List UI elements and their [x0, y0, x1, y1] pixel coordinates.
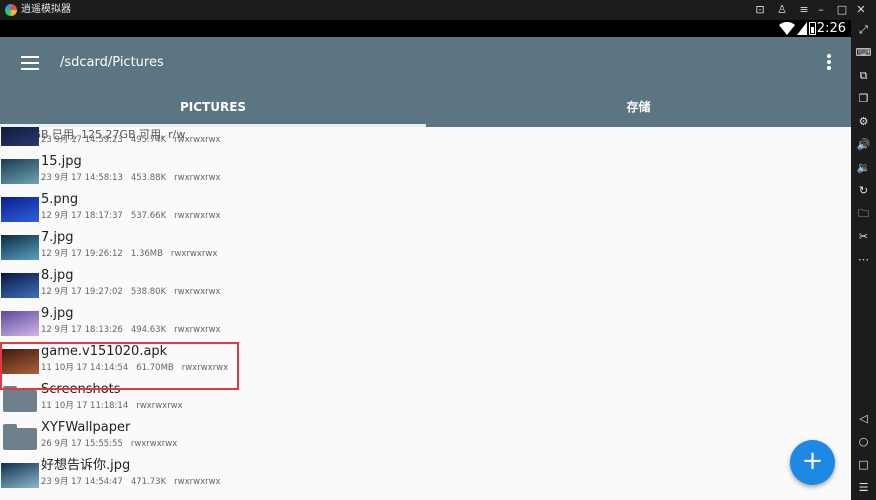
volume-up-icon[interactable]: 🔊: [853, 137, 874, 153]
wifi-icon: [779, 22, 795, 35]
add-fab-button[interactable]: +: [790, 440, 835, 485]
file-name: XYFWallpaper: [41, 420, 131, 435]
file-size: 1.36MB: [130, 249, 163, 259]
file-date: 12 9月 17 18:13:26: [41, 325, 123, 335]
file-date: 12 9月 17 19:26:12: [41, 249, 123, 259]
file-meta: 12 9月 17 19:26:12 1.36MB rwxrwxrwx: [41, 249, 225, 259]
status-time: 2:26: [816, 21, 846, 36]
hamburger-menu-icon[interactable]: [21, 56, 39, 70]
image-thumbnail: [1, 235, 39, 260]
user-icon[interactable]: ♙: [774, 2, 790, 18]
app-bar: /sdcard/Pictures PICTURES 存储: [0, 37, 851, 127]
file-date: 12 9月 17 19:27:02: [41, 287, 123, 297]
file-size: 453.88K: [130, 173, 167, 183]
file-permissions: rwxrwxrwx: [130, 439, 178, 449]
status-bar: 2:26: [0, 20, 851, 37]
record-icon[interactable]: ⊡: [752, 2, 768, 18]
close-button[interactable]: ✕: [853, 2, 869, 18]
file-name: 9.jpg: [41, 306, 74, 321]
file-date: 23 9月 17 14:58:13: [41, 173, 123, 183]
file-row[interactable]: 8.jpg 12 9月 17 19:27:02 538.80K rwxrwxrwx: [0, 264, 851, 302]
file-name: 7.jpg: [41, 230, 74, 245]
emulator-title-bar: 逍遥模拟器 ⊡ ♙ ≡ – □ ✕: [0, 0, 876, 20]
file-row[interactable]: 5.png 12 9月 17 18:17:37 537.66K rwxrwxrwx: [0, 188, 851, 226]
back-icon[interactable]: ◁: [853, 411, 874, 427]
home-icon[interactable]: ○: [853, 434, 874, 450]
file-meta: 26 9月 17 15:55:55 rwxrwxrwx: [41, 439, 185, 449]
emulator-title: 逍遥模拟器: [21, 4, 71, 15]
maximize-button[interactable]: □: [834, 2, 850, 18]
signal-icon: [797, 22, 807, 35]
file-date: 23 9月 17 14:59:23: [41, 135, 123, 145]
current-path: /sdcard/Pictures: [60, 55, 164, 70]
file-size: 471.73K: [130, 477, 167, 487]
file-name: 好想告诉你.jpg: [41, 458, 131, 473]
folder-row[interactable]: XYFWallpaper 26 9月 17 15:55:55 rwxrwxrwx: [0, 416, 851, 454]
battery-icon: [809, 22, 816, 35]
emulator-side-toolbar: ⤢ ⌨ ⧉ ❐ ⚙ 🔊 🔉 ↻ 🗀 ✂ ⋯ ◁ ○ □ ☰: [851, 20, 876, 500]
file-permissions: rwxrwxrwx: [174, 287, 221, 297]
menu-icon[interactable]: ≡: [796, 2, 812, 18]
more-icon[interactable]: ⋯: [853, 252, 874, 268]
file-date: 12 9月 17 18:17:37: [41, 211, 123, 221]
image-thumbnail: [1, 463, 39, 488]
file-list: 74.73GB 已用, 125.27GB 可用, r/w 23 9月 17 14…: [0, 127, 851, 500]
file-size: 494.63K: [130, 325, 167, 335]
image-thumbnail: [1, 311, 39, 336]
file-date: 23 9月 17 14:54:47: [41, 477, 123, 487]
file-meta: 23 9月 17 14:58:13 453.88K rwxrwxrwx: [41, 173, 229, 183]
minimize-button[interactable]: –: [813, 2, 829, 18]
file-meta: 12 9月 17 18:17:37 537.66K rwxrwxrwx: [41, 211, 229, 221]
file-permissions: rwxrwxrwx: [174, 325, 221, 335]
file-row[interactable]: 7.jpg 12 9月 17 19:26:12 1.36MB rwxrwxrwx: [0, 226, 851, 264]
window-icon[interactable]: ❐: [853, 91, 874, 107]
file-name: 8.jpg: [41, 268, 74, 283]
tab-pictures[interactable]: PICTURES: [0, 89, 426, 127]
file-date: 26 9月 17 15:55:55: [41, 439, 123, 449]
file-name: 15.jpg: [41, 154, 82, 169]
list-icon[interactable]: ☰: [853, 480, 874, 496]
file-meta: 23 9月 17 14:59:23 495.74K rwxrwxrwx: [41, 135, 229, 145]
image-thumbnail: [1, 197, 39, 222]
file-row[interactable]: 23 9月 17 14:59:23 495.74K rwxrwxrwx: [0, 127, 851, 150]
image-thumbnail: [1, 273, 39, 298]
emulator-logo-icon: [5, 4, 17, 16]
file-size: 538.80K: [130, 287, 167, 297]
file-permissions: rwxrwxrwx: [170, 249, 218, 259]
file-meta: 12 9月 17 18:13:26 494.63K rwxrwxrwx: [41, 325, 229, 335]
file-permissions: rwxrwxrwx: [174, 173, 221, 183]
multi-instance-icon[interactable]: ⧉: [853, 68, 874, 84]
folder-icon[interactable]: 🗀: [853, 206, 874, 222]
settings-icon[interactable]: ⚙: [853, 114, 874, 130]
file-permissions: rwxrwxrwx: [174, 135, 221, 145]
file-row[interactable]: 15.jpg 23 9月 17 14:58:13 453.88K rwxrwxrwx: [0, 150, 851, 188]
folder-icon: [3, 386, 37, 412]
file-row[interactable]: 好想告诉你.jpg 23 9月 17 14:54:47 471.73K rwxrwxr…: [0, 454, 851, 492]
selection-highlight: [0, 342, 239, 390]
scissors-icon[interactable]: ✂: [853, 229, 874, 245]
volume-down-icon[interactable]: 🔉: [853, 160, 874, 176]
file-size: 537.66K: [130, 211, 167, 221]
file-date: 11 10月 17 11:18:14: [41, 401, 129, 411]
file-permissions: rwxrwxrwx: [136, 401, 183, 411]
image-thumbnail: [1, 159, 39, 184]
overflow-menu-icon[interactable]: [827, 54, 831, 70]
file-permissions: rwxrwxrwx: [174, 211, 221, 221]
file-meta: 23 9月 17 14:54:47 471.73K rwxrwxrwx: [41, 477, 229, 487]
folder-icon: [3, 424, 37, 450]
keyboard-icon[interactable]: ⌨: [853, 45, 874, 61]
image-thumbnail: [1, 127, 39, 146]
fullscreen-icon[interactable]: ⤢: [853, 22, 874, 38]
file-size: 495.74K: [130, 135, 167, 145]
file-meta: 11 10月 17 11:18:14 rwxrwxrwx: [41, 401, 191, 411]
rotate-icon[interactable]: ↻: [853, 183, 874, 199]
file-meta: 12 9月 17 19:27:02 538.80K rwxrwxrwx: [41, 287, 229, 297]
file-permissions: rwxrwxrwx: [174, 477, 221, 487]
recents-icon[interactable]: □: [853, 457, 874, 473]
tab-storage[interactable]: 存储: [426, 89, 851, 127]
file-row[interactable]: 9.jpg 12 9月 17 18:13:26 494.63K rwxrwxrwx: [0, 302, 851, 340]
file-name: 5.png: [41, 192, 79, 207]
